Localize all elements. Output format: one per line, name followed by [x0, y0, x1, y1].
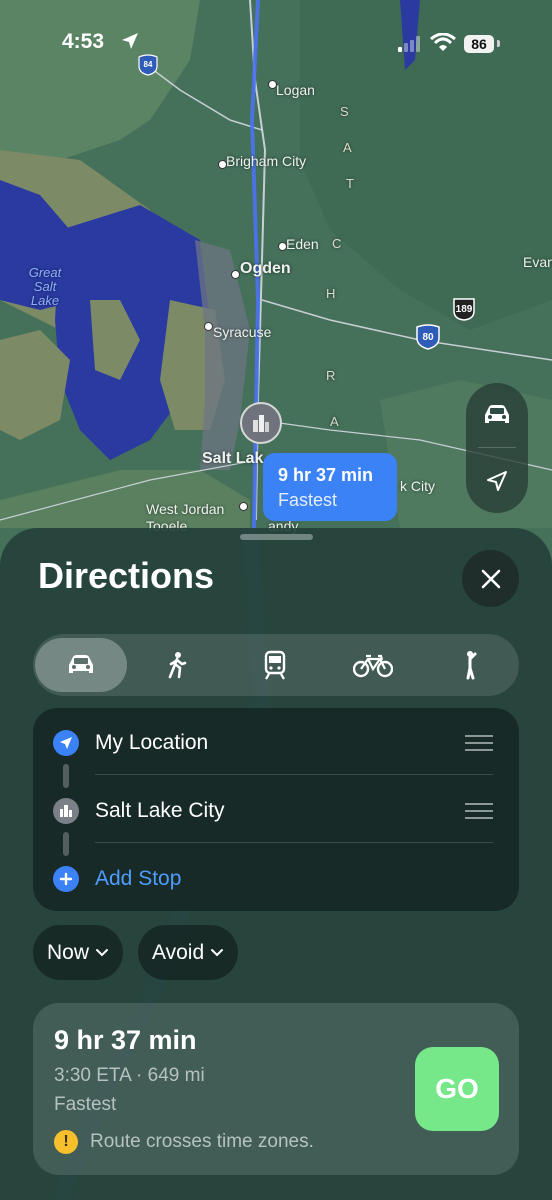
us-189-label: 189 [455, 304, 473, 315]
go-button[interactable]: GO [415, 1047, 499, 1131]
sheet-grabber[interactable] [240, 534, 313, 540]
route-option-card[interactable]: 9 hr 37 min 3:30 ETA · 649 mi Fastest ! … [33, 1003, 519, 1175]
map-label-range-a2: A [330, 414, 341, 429]
stop-connector [63, 764, 69, 788]
map-label-evanston: Evan [523, 254, 552, 270]
city-buildings-icon [253, 415, 269, 432]
map-label-west-jordan: West Jordan [146, 501, 225, 517]
battery-tip [497, 40, 500, 47]
location-arrow-icon [53, 730, 79, 756]
stop-row-destination[interactable]: Salt Lake City [33, 786, 519, 836]
locate-me-button[interactable] [466, 449, 528, 513]
stop-destination-label: Salt Lake City [95, 799, 225, 822]
map-label-great-salt-lake: Great Salt Lake [28, 265, 62, 308]
map-controls [466, 383, 528, 513]
battery-indicator: 86 [464, 35, 494, 53]
stop-origin-label: My Location [95, 731, 209, 754]
map-pin-eden [278, 242, 287, 251]
mode-drive-button[interactable] [35, 638, 127, 692]
map-label-range-h: H [326, 286, 338, 301]
avoid-options-button[interactable]: Avoid [138, 925, 239, 980]
status-time: 4:53 [62, 30, 105, 53]
stop-connector [63, 832, 69, 856]
city-icon [53, 798, 79, 824]
walk-icon [168, 652, 187, 679]
mode-cycle-button[interactable] [327, 638, 419, 692]
cellular-signal-icon [398, 36, 420, 52]
mode-transit-button[interactable] [229, 638, 321, 692]
map-label-range-t: T [346, 176, 356, 191]
rideshare-icon [466, 651, 477, 680]
map-pin-ogden [231, 270, 240, 279]
route-warning-text: Route crosses time zones. [90, 1131, 314, 1152]
route-label: Fastest [54, 1094, 117, 1115]
car-icon [485, 405, 509, 423]
avoid-options-label: Avoid [152, 940, 205, 964]
map-label-eden: Eden [286, 236, 319, 252]
chevron-down-icon [211, 948, 224, 956]
stop-divider [95, 774, 493, 775]
add-stop-label: Add Stop [95, 867, 182, 890]
close-icon [481, 569, 500, 588]
status-bar: 4:53 86 [0, 0, 552, 90]
transport-mode-selector [33, 634, 519, 696]
stop-row-origin[interactable]: My Location [33, 718, 519, 768]
reorder-handle-icon[interactable] [465, 735, 493, 756]
map-pin-brigham-city [218, 160, 227, 169]
route-callout-label: Fastest [278, 490, 338, 510]
departure-time-label: Now [47, 940, 90, 964]
car-icon [69, 655, 93, 673]
map-label-brigham-city: Brigham City [226, 153, 307, 169]
map-label-range-s: S [340, 104, 351, 119]
wifi-icon [430, 33, 456, 51]
bicycle-icon [353, 654, 393, 678]
map-controls-divider [478, 447, 516, 448]
transit-icon [264, 650, 286, 680]
route-stops-list: My Location Salt Lake City Add Stop [33, 708, 519, 911]
map-label-k-city: k City [400, 478, 435, 494]
route-callout[interactable]: 9 hr 37 min Fastest [263, 453, 397, 521]
map-label-syracuse: Syracuse [213, 324, 272, 340]
departure-time-button[interactable]: Now [33, 925, 124, 980]
close-button[interactable] [462, 550, 519, 607]
mode-walk-button[interactable] [131, 638, 223, 692]
map-label-salt-lake: Salt Lak [202, 450, 264, 467]
interstate-80-label: 80 [422, 332, 434, 343]
route-duration: 9 hr 37 min [54, 1025, 197, 1055]
route-warning: ! Route crosses time zones. [54, 1130, 314, 1154]
location-services-icon [122, 33, 138, 49]
map-label-ogden: Ogden [240, 260, 291, 277]
map-pin-syracuse [204, 322, 213, 331]
plus-icon [53, 866, 79, 892]
add-stop-button[interactable]: Add Stop [33, 854, 519, 904]
map-label-range-a: A [343, 140, 354, 155]
mode-rideshare-button[interactable] [425, 638, 517, 692]
warning-icon: ! [54, 1130, 78, 1154]
map-label-range-c: C [332, 236, 344, 251]
sheet-title: Directions [38, 555, 215, 596]
chevron-down-icon [96, 948, 109, 956]
stop-divider [95, 842, 493, 843]
map-pin-west-jordan [239, 502, 248, 511]
route-eta-distance: 3:30 ETA · 649 mi [54, 1065, 205, 1086]
destination-city-pin[interactable] [240, 402, 282, 444]
location-arrow-icon [487, 471, 507, 491]
route-callout-duration: 9 hr 37 min [278, 465, 374, 485]
reorder-handle-icon[interactable] [465, 803, 493, 824]
map-label-range-r: R [326, 368, 338, 383]
map-mode-button[interactable] [466, 383, 528, 447]
